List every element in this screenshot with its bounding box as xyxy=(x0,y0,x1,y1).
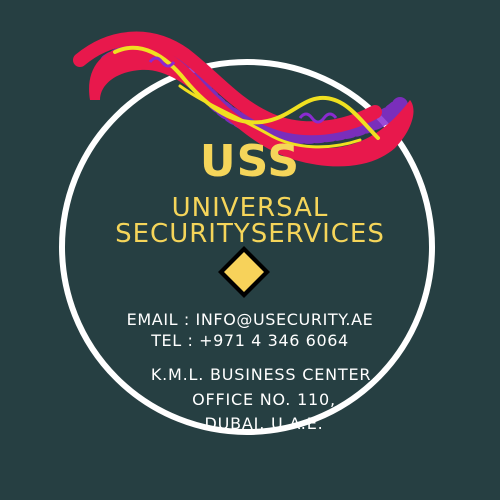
telephone-text: TEL : +971 4 346 6064 xyxy=(151,331,349,350)
address-line-3: DUBAI, U.A.E. xyxy=(204,414,324,433)
brand-abbreviation: USS xyxy=(199,136,301,187)
diamond-icon xyxy=(218,246,270,298)
email-text: EMAIL : INFO@USECURITY.AE xyxy=(126,310,374,329)
logo-card: USS UNIVERSAL SECURITYSERVICES EMAIL : I… xyxy=(0,0,500,500)
address-line-1: K.M.L. BUSINESS CENTER, xyxy=(150,365,378,384)
address-line-2: OFFICE NO. 110, xyxy=(192,390,336,409)
